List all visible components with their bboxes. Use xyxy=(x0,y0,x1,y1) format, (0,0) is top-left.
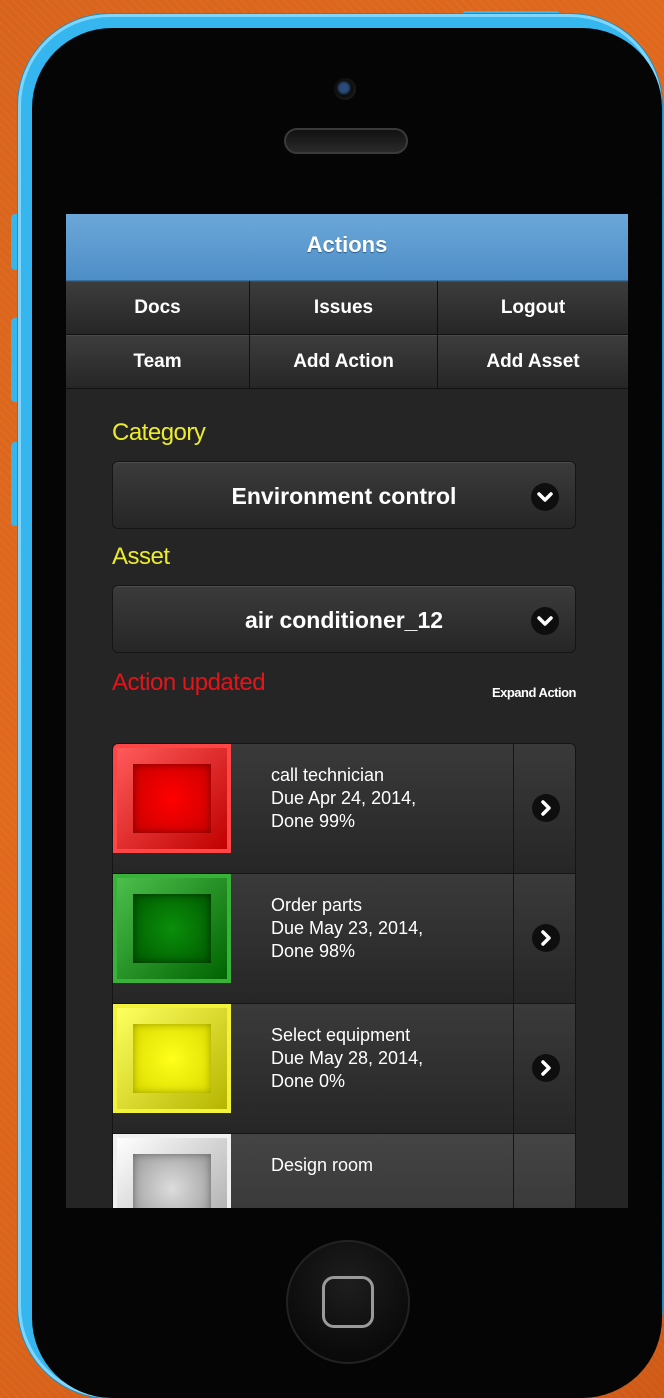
chevron-right-icon xyxy=(532,1054,560,1082)
action-due: Due Apr 24, 2014, xyxy=(271,788,417,808)
camera-icon xyxy=(334,78,356,100)
nav-logout-button[interactable]: Logout xyxy=(438,281,628,335)
category-value: Environment control xyxy=(231,483,457,509)
app-screen: Actions Docs Issues Logout Team Add Acti… xyxy=(66,214,628,1208)
home-button[interactable] xyxy=(286,1240,410,1364)
asset-label: Asset xyxy=(112,543,170,570)
action-list: call technician Due Apr 24, 2014, Done 9… xyxy=(112,743,576,1208)
category-label: Category xyxy=(112,419,206,446)
list-item-arrow-cell[interactable] xyxy=(513,1134,575,1208)
list-item[interactable]: call technician Due Apr 24, 2014, Done 9… xyxy=(113,744,575,874)
status-color-swatch xyxy=(113,1004,231,1113)
nav-docs-button[interactable]: Docs xyxy=(66,281,250,335)
list-item-arrow-cell[interactable] xyxy=(513,1004,575,1133)
speaker-grille xyxy=(284,128,408,154)
main-content: Category Environment control Asset air c… xyxy=(66,419,628,1208)
asset-value: air conditioner_12 xyxy=(244,607,444,633)
nav-grid: Docs Issues Logout Team Add Action Add A… xyxy=(66,281,628,389)
action-due: Due May 23, 2014, xyxy=(271,918,424,938)
action-done: Done 99% xyxy=(271,811,356,831)
nav-add-action-button[interactable]: Add Action xyxy=(250,335,438,389)
status-row: Action updated Expand Action xyxy=(112,669,577,729)
expand-action-link[interactable]: Expand Action xyxy=(492,685,577,700)
action-title: Order parts xyxy=(271,895,363,915)
category-select[interactable]: Environment control xyxy=(112,461,576,529)
list-item-text: Order parts Due May 23, 2014, Done 98% xyxy=(271,894,423,963)
chevron-down-icon xyxy=(531,483,559,511)
chevron-right-icon xyxy=(532,924,560,952)
nav-issues-button[interactable]: Issues xyxy=(250,281,438,335)
list-item-text: Select equipment Due May 28, 2014, Done … xyxy=(271,1024,423,1093)
list-item-arrow-cell[interactable] xyxy=(513,874,575,1003)
list-item[interactable]: Design room xyxy=(113,1134,575,1208)
list-item[interactable]: Select equipment Due May 28, 2014, Done … xyxy=(113,1004,575,1134)
list-item-arrow-cell[interactable] xyxy=(513,744,575,873)
list-item-text: call technician Due Apr 24, 2014, Done 9… xyxy=(271,764,416,833)
nav-team-button[interactable]: Team xyxy=(66,335,250,389)
chevron-down-icon xyxy=(531,607,559,635)
nav-add-asset-button[interactable]: Add Asset xyxy=(438,335,628,389)
list-item[interactable]: Order parts Due May 23, 2014, Done 98% xyxy=(113,874,575,1004)
action-done: Done 0% xyxy=(271,1071,346,1091)
list-item-text: Design room xyxy=(271,1154,373,1177)
action-title: Select equipment xyxy=(271,1025,411,1045)
asset-select[interactable]: air conditioner_12 xyxy=(112,585,576,653)
action-title: Design room xyxy=(271,1155,374,1175)
home-square-icon xyxy=(322,1276,374,1328)
status-color-swatch xyxy=(113,1134,231,1208)
page-title: Actions xyxy=(66,214,628,281)
action-due: Due May 28, 2014, xyxy=(271,1048,424,1068)
status-color-swatch xyxy=(113,744,231,853)
action-title: call technician xyxy=(271,765,385,785)
status-message: Action updated xyxy=(112,669,266,696)
action-done: Done 98% xyxy=(271,941,356,961)
status-color-swatch xyxy=(113,874,231,983)
chevron-right-icon xyxy=(532,794,560,822)
